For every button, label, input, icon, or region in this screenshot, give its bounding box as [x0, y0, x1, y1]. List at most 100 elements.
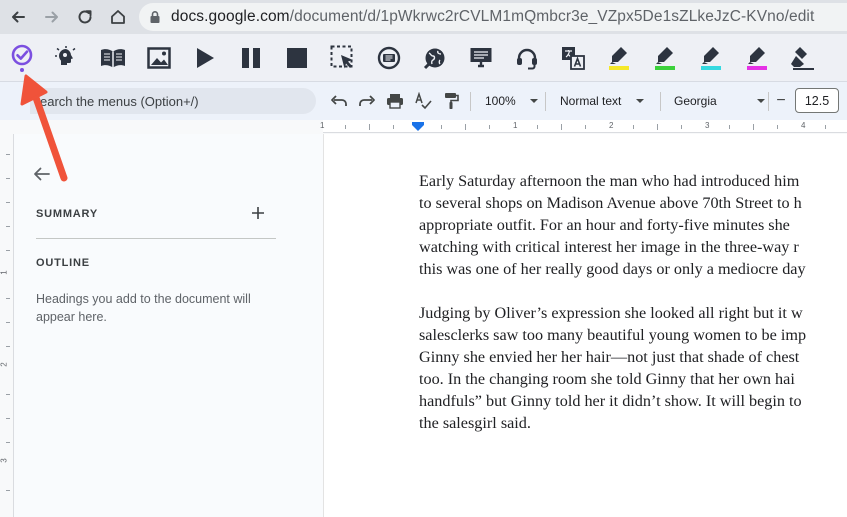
stop-icon	[287, 48, 307, 68]
ruler-tick	[6, 154, 10, 155]
plus-icon	[252, 207, 264, 219]
redo-button[interactable]	[356, 91, 378, 111]
outline-heading: OUTLINE	[36, 257, 90, 269]
doc-line[interactable]: to several shops on Madison Avenue above…	[419, 194, 802, 213]
outline-divider	[36, 238, 276, 239]
doc-line[interactable]: this was one of her really good days or …	[419, 260, 806, 279]
ruler-tick	[369, 124, 370, 130]
doc-line[interactable]: handfuls” but Ginny told her it didn’t s…	[419, 392, 802, 411]
ruler-tick	[6, 490, 10, 491]
stop-button[interactable]	[283, 44, 311, 72]
play-button[interactable]	[191, 44, 219, 72]
doc-line[interactable]: appropriate outfit. For an hour and fort…	[419, 216, 790, 235]
paint-format-button[interactable]	[440, 91, 462, 111]
home-icon	[111, 10, 125, 24]
add-summary-button[interactable]	[251, 206, 265, 220]
home-button[interactable]	[106, 5, 130, 29]
ruler-tick	[6, 250, 10, 251]
decrease-font-size-button[interactable]: −	[772, 91, 790, 111]
clear-highlights-button[interactable]	[789, 44, 817, 72]
highlight-magenta-button[interactable]	[743, 44, 771, 72]
search-menus-placeholder: earch the menus (Option+/)	[40, 93, 199, 109]
highlight-yellow-button[interactable]	[605, 44, 633, 72]
doc-line[interactable]: watching with critical interest her imag…	[419, 238, 799, 257]
doc-line[interactable]: Early Saturday afternoon the man who had…	[419, 172, 799, 191]
doc-line[interactable]: Ginny she envied her her hair—not just t…	[419, 348, 799, 367]
forward-button[interactable]	[40, 5, 64, 29]
screenshot-reader-button[interactable]	[467, 44, 495, 72]
arrow-left-icon	[12, 11, 25, 23]
font-size-input[interactable]: 12.5	[795, 88, 839, 113]
ruler-tick	[6, 346, 10, 347]
dictionary-button[interactable]	[99, 44, 127, 72]
brain-button[interactable]	[52, 44, 80, 72]
spelling-grammar-button[interactable]	[412, 91, 434, 111]
font-size-value: 12.5	[804, 93, 830, 108]
web-search-button[interactable]	[421, 44, 449, 72]
search-menus-input[interactable]: earch the menus (Option+/)	[30, 88, 316, 114]
chevron-down-icon	[756, 99, 765, 103]
undo-button[interactable]	[328, 91, 350, 111]
minus-icon: −	[776, 92, 786, 109]
audio-icon	[377, 46, 401, 70]
ruler-tick	[393, 125, 394, 129]
font-family-select[interactable]: Georgia	[674, 90, 765, 112]
address-bar[interactable]: docs.google.com/document/d/1pWkrwc2rCVLM…	[139, 3, 847, 31]
toolbar-divider	[768, 92, 769, 111]
zoom-value: 100%	[485, 94, 516, 108]
doc-line[interactable]: salesclerks saw too many beautiful young…	[419, 326, 806, 345]
ruler-label: 3	[705, 121, 710, 130]
ruler-tick	[585, 125, 586, 129]
lock-icon	[150, 11, 160, 23]
arrow-right-icon	[45, 11, 58, 23]
image-icon	[147, 47, 171, 69]
highlight-green-button[interactable]	[651, 44, 679, 72]
close-outline-button[interactable]	[32, 166, 50, 182]
audio-maker-button[interactable]	[375, 44, 403, 72]
paragraph-style-select[interactable]: Normal text	[560, 90, 645, 112]
ruler-tick	[825, 125, 826, 129]
indent-marker-icon[interactable]	[412, 122, 424, 132]
paint-format-icon	[445, 93, 459, 109]
ruler-label: 1	[513, 121, 518, 130]
back-button[interactable]	[6, 5, 30, 29]
ruler-tick	[465, 124, 466, 130]
print-button[interactable]	[384, 91, 406, 111]
ruler-tick	[6, 298, 10, 299]
reload-button[interactable]	[73, 5, 97, 29]
extension-toolbar	[0, 34, 847, 82]
ruler-tick	[633, 125, 634, 129]
ruler-tick	[6, 226, 10, 227]
screen-select-button[interactable]	[329, 44, 357, 72]
checkmark-logo-icon	[11, 44, 33, 72]
redo-icon	[359, 95, 375, 106]
ruler-tick	[537, 125, 538, 129]
doc-line[interactable]: too. In the changing room she told Ginny…	[419, 370, 795, 389]
zoom-select[interactable]: 100%	[485, 90, 538, 112]
doc-line[interactable]: Judging by Oliver’s expression she looke…	[419, 304, 803, 323]
ruler-label: 3	[0, 458, 9, 463]
ruler-label: 1	[320, 121, 325, 130]
ruler-label: 4	[801, 121, 806, 130]
docs-toolbar: earch the menus (Option+/) 100% Normal t…	[0, 82, 847, 120]
toolbar-divider	[660, 92, 661, 111]
ruler-tick	[345, 125, 346, 129]
talk-and-type-button[interactable]	[513, 44, 541, 72]
headset-icon	[517, 48, 537, 70]
extension-logo-button[interactable]	[8, 44, 36, 72]
highlight-cyan-button[interactable]	[697, 44, 725, 72]
doc-line[interactable]: the salesgirl said.	[419, 414, 531, 433]
font-family-value: Georgia	[674, 94, 717, 108]
chevron-down-icon	[529, 99, 538, 103]
ruler-tick	[6, 442, 10, 443]
highlight-green-icon	[655, 47, 675, 70]
pause-button[interactable]	[237, 44, 265, 72]
toolbar-divider	[470, 92, 471, 111]
translator-button[interactable]	[559, 44, 587, 72]
picture-dictionary-button[interactable]	[145, 44, 173, 72]
spellcheck-icon	[415, 92, 432, 110]
chevron-down-icon	[636, 99, 645, 103]
pause-icon	[242, 48, 260, 68]
highlight-yellow-icon	[609, 47, 629, 70]
brain-icon	[55, 46, 76, 65]
